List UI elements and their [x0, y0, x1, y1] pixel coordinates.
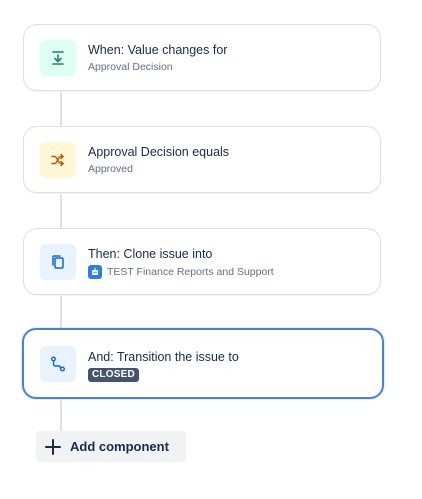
component-title: Then: Clone issue into [88, 247, 213, 261]
component-subtitle: Approved [88, 163, 133, 175]
connector-line [60, 194, 62, 228]
shuffle-condition-icon [40, 142, 76, 178]
add-component-button[interactable]: Add component [36, 431, 186, 462]
plus-icon [45, 438, 61, 455]
target-project-name: TEST Finance Reports and Support [107, 265, 274, 278]
transition-issue-icon [40, 346, 76, 382]
condition-component-card[interactable]: Approval Decision equals Approved [23, 126, 381, 193]
status-lozenge: CLOSED [88, 368, 139, 382]
clone-action-component-card[interactable]: Then: Clone issue into TEST Finance Repo… [23, 228, 381, 295]
connector-line [60, 92, 62, 126]
automation-rule-canvas: When: Value changes for Approval Decisio… [0, 0, 422, 499]
transition-action-component-card[interactable]: And: Transition the issue to CLOSED [22, 328, 384, 399]
clone-issue-icon [40, 244, 76, 280]
connector-line [60, 296, 62, 330]
project-avatar-icon [88, 265, 102, 279]
component-title: And: Transition the issue to [88, 350, 239, 364]
component-title: When: Value changes for [88, 43, 228, 57]
field-value-changed-icon [40, 40, 76, 76]
component-subtitle: TEST Finance Reports and Support [88, 265, 370, 279]
component-subtitle: Approval Decision [88, 61, 173, 73]
connector-line [60, 399, 62, 432]
component-title: Approval Decision equals [88, 145, 230, 159]
trigger-component-card[interactable]: When: Value changes for Approval Decisio… [23, 24, 381, 91]
add-component-label: Add component [70, 439, 169, 454]
